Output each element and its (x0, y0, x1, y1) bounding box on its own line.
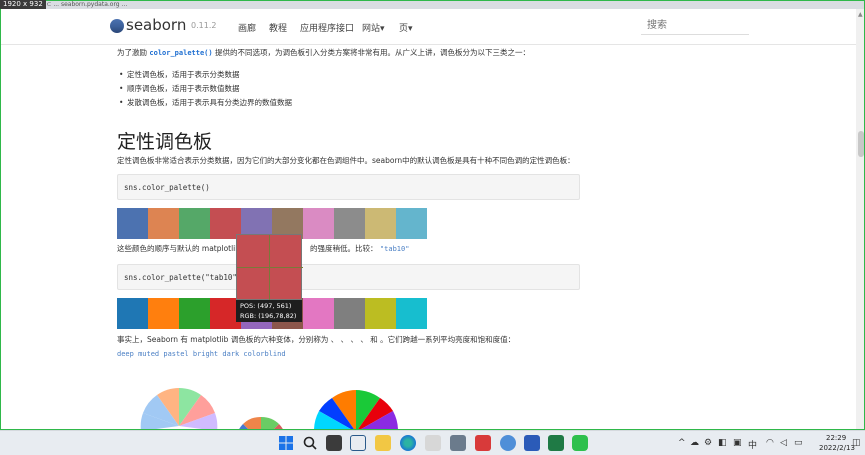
nav-site-dropdown[interactable]: 网站▾ (362, 21, 385, 34)
palette-swatch (334, 208, 365, 239)
palette-swatch (334, 298, 365, 329)
palette-swatch (303, 208, 334, 239)
cursor-rgb: RGB: (196,78,82) (240, 312, 297, 320)
list-item: 顺序调色板，适用于表示数值数据 (117, 82, 292, 96)
palette-pie-charts (140, 388, 398, 429)
logo-text[interactable]: seaborn (126, 16, 186, 34)
section-heading: 定性调色板 (117, 131, 213, 153)
color-palette-code-link[interactable]: color_palette() (149, 49, 212, 57)
list-item: 定性调色板，适用于表示分类数据 (117, 68, 292, 82)
wechat-icon[interactable] (572, 435, 588, 451)
store-icon[interactable] (425, 435, 441, 451)
tray-app3-icon[interactable]: ▣ (733, 438, 742, 448)
search-input[interactable] (641, 17, 749, 35)
cloud-tray-icon[interactable]: ☁ (690, 438, 699, 448)
palette-swatch (396, 208, 427, 239)
qualitative-paragraph: 定性调色板非常适合表示分类数据，因为它们的大部分变化都在色调组件中。seabor… (117, 156, 575, 165)
magnifier-crosshair-vertical (269, 235, 270, 301)
search-icon[interactable] (302, 435, 318, 451)
variants-paragraph: 事实上，Seaborn 有 matplotlib 调色板的六种变体，分别称为 、… (117, 335, 516, 344)
app-icon[interactable] (450, 435, 466, 451)
page-scrollbar[interactable] (856, 9, 864, 429)
palette-swatch (117, 298, 148, 329)
palette-swatch (148, 298, 179, 329)
scroll-thumb[interactable] (858, 131, 864, 157)
tab-title[interactable]: k ⊂ ... seaborn.pydata.org ... (41, 1, 127, 9)
file-explorer-icon[interactable] (375, 435, 391, 451)
comparison-text-1: 这些颜色的顺序与默认的 matplotlib (117, 244, 241, 253)
magnifier-crosshair-horizontal (237, 267, 303, 268)
nav-page-dropdown[interactable]: 页▾ (399, 21, 413, 34)
variant-names: deep muted pastel bright dark colorblind (117, 350, 286, 358)
intro-paragraph: 为了激励 color_palette() 提供的不同选项，为调色板引入分类方案将… (117, 47, 530, 59)
capture-size-label: 1920 x 932 (0, 0, 46, 9)
color-picker-magnifier (236, 234, 303, 301)
palette-swatch (179, 208, 210, 239)
version-label: 0.11.2 (191, 21, 217, 30)
language-indicator[interactable]: 中 (748, 438, 757, 451)
wifi-icon[interactable]: ◠ (766, 438, 774, 448)
windows-taskbar: ^ ☁ ⚙ ◧ ▣ 中 ◠ ◁ ▭ 22:29 2022/2/13 ◫ (0, 430, 865, 455)
scroll-up-icon[interactable]: ▲ (858, 11, 863, 18)
app-red-icon[interactable] (475, 435, 491, 451)
intro-text-1: 为了激励 (117, 48, 150, 57)
palette-swatch (365, 208, 396, 239)
tray-app-icon[interactable]: ⚙ (704, 438, 712, 448)
palette-swatch (179, 298, 210, 329)
list-item: 发散调色板，适用于表示具有分类边界的数值数据 (117, 96, 292, 110)
clock-date[interactable]: 2022/2/13 (819, 444, 855, 452)
bright-pie (314, 390, 398, 429)
comparison-text-2: 的强度稍低。比较： (310, 244, 378, 253)
seaborn-logo-icon[interactable] (110, 19, 124, 33)
nav-api[interactable]: 应用程序接口 (300, 21, 354, 34)
tab10-code: "tab10" (379, 245, 410, 253)
battery-icon[interactable]: ▭ (794, 438, 803, 448)
notification-icon[interactable]: ◫ (852, 438, 861, 448)
edge-icon[interactable] (400, 435, 416, 451)
muted-pie (239, 416, 283, 429)
speaker-icon[interactable]: ◁ (780, 438, 787, 448)
color-picker-readout: POS: (497, 561) RGB: (196,78,82) (236, 300, 302, 322)
widgets-icon[interactable] (350, 435, 366, 451)
palette-swatch (148, 208, 179, 239)
intro-text-2: 提供的不同选项，为调色板引入分类方案将非常有用。从广义上讲，调色板分为以下三类之… (212, 48, 530, 57)
clock-time[interactable]: 22:29 (826, 434, 846, 442)
palette-swatch (365, 298, 396, 329)
pastel-pie (140, 388, 218, 429)
word-icon[interactable] (524, 435, 540, 451)
nav-gallery[interactable]: 画廊 (238, 21, 256, 34)
palette-type-list: 定性调色板，适用于表示分类数据 顺序调色板，适用于表示数值数据 发散调色板，适用… (117, 68, 292, 110)
palette-swatch (303, 298, 334, 329)
browser-window: k ⊂ ... seaborn.pydata.org ... seaborn 0… (0, 0, 865, 430)
nav-tutorial[interactable]: 教程 (269, 21, 287, 34)
palette-swatch (117, 208, 148, 239)
palette-swatch (396, 298, 427, 329)
cloud-icon[interactable] (500, 435, 516, 451)
code-block-tab10[interactable]: sns.color_palette("tab10") (117, 264, 580, 290)
site-navbar: seaborn 0.11.2 画廊 教程 应用程序接口 网站▾ 页▾ (1, 9, 856, 45)
task-view-icon[interactable] (326, 435, 342, 451)
tray-app2-icon[interactable]: ◧ (718, 438, 727, 448)
cursor-position: POS: (497, 561) (240, 302, 292, 310)
start-icon[interactable] (278, 435, 294, 451)
browser-tab-strip: k ⊂ ... seaborn.pydata.org ... (1, 1, 864, 9)
excel-icon[interactable] (548, 435, 564, 451)
chevron-up-icon[interactable]: ^ (678, 438, 686, 448)
code-block-default[interactable]: sns.color_palette() (117, 174, 580, 200)
